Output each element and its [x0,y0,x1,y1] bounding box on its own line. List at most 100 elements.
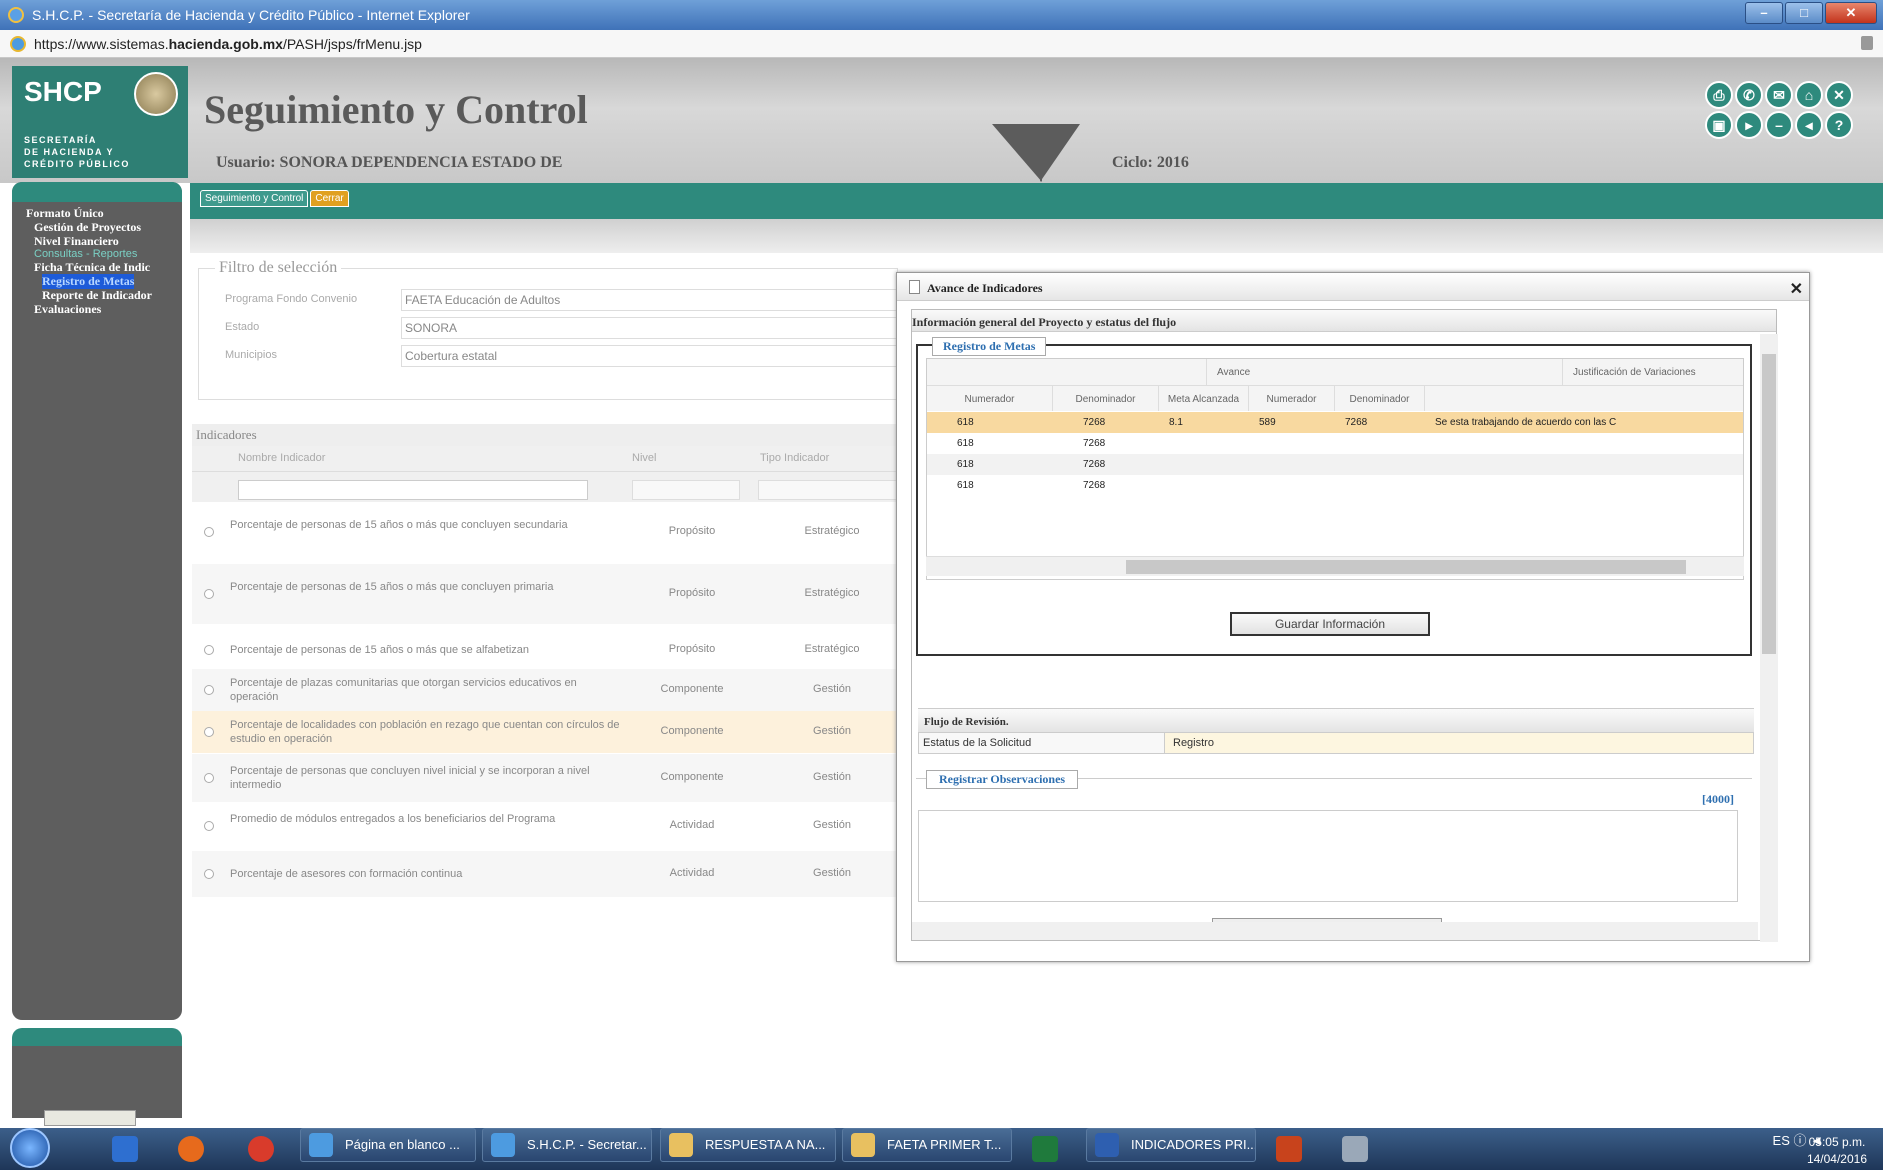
chrome-icon[interactable] [236,1132,286,1166]
taskbar-item-respuesta[interactable]: RESPUESTA A NA... [660,1128,836,1162]
taskbar-item-pagina[interactable]: Página en blanco ... [300,1128,476,1162]
table-row[interactable]: Porcentaje de personas que concluyen niv… [192,754,898,802]
lock-icon[interactable]: ▣ [1705,111,1733,139]
vertical-scrollbar[interactable] [1760,334,1778,942]
flujo-header: Flujo de Revisión. [918,708,1754,732]
col-tipo[interactable]: Tipo Indicador [760,452,829,464]
observaciones-textarea[interactable] [918,810,1738,902]
window-title: S.H.C.P. - Secretaría de Hacienda y Créd… [32,7,470,23]
calculator-icon[interactable] [1330,1132,1380,1166]
sidebar-lower-panel [12,1028,182,1118]
cell-den: 7268 [1083,459,1106,470]
nav-gestion-proyectos[interactable]: Gestión de Proyectos [34,220,141,235]
nav-evaluaciones[interactable]: Evaluaciones [34,302,101,317]
cell-den: 7268 [1083,438,1106,449]
modal-close-button[interactable]: ✕ [1790,279,1803,299]
close-window-button[interactable]: ✕ [1825,2,1877,24]
table-row[interactable]: Promedio de módulos entregados a los ben… [192,803,898,849]
row-radio[interactable] [204,685,214,695]
table-row[interactable]: Porcentaje de localidades con población … [192,711,898,753]
menu-bar [190,183,1883,219]
table-row[interactable]: Porcentaje de personas de 15 años o más … [192,564,898,624]
nav-nivel-financiero[interactable]: Nivel Financiero [34,234,119,249]
info-header: Información general del Proyecto y estat… [912,310,1776,332]
nombre-filter-input[interactable] [238,480,588,500]
programa-field[interactable]: FAETA Educación de Adultos [401,289,901,311]
address-bar[interactable]: https://www.sistemas.hacienda.gob.mx/PAS… [0,30,1883,58]
tipo-filter-select[interactable] [758,480,898,500]
forward-icon[interactable]: ▸ [1735,111,1763,139]
home-icon[interactable]: ⌂ [1795,81,1823,109]
table-row[interactable]: 618 7268 8.1 589 7268 Se esta trabajando de a… [927,412,1743,433]
row-radio[interactable] [204,727,214,737]
tab-seguimiento[interactable]: Seguimiento y Control [200,190,309,207]
minus-icon[interactable]: – [1765,111,1793,139]
horizontal-scrollbar[interactable] [44,1110,136,1126]
print-icon[interactable]: ⎙ [1705,81,1733,109]
taskbar-label: INDICADORES PRI... [1131,1137,1256,1152]
table-row[interactable]: Porcentaje de asesores con formación con… [192,851,898,897]
close-icon[interactable]: ✕ [1825,81,1853,109]
tab-cerrar[interactable]: Cerrar [310,190,349,207]
estado-field[interactable]: SONORA [401,317,901,339]
municipios-field[interactable]: Cobertura estatal [401,345,901,367]
media-player-icon[interactable] [100,1132,150,1166]
clock-time: 05:05 p.m. [1808,1135,1866,1149]
row-radio[interactable] [204,527,214,537]
modal-horizontal-scrollbar[interactable] [912,922,1758,940]
start-button[interactable] [10,1128,50,1168]
decor-shape [1040,124,1080,182]
word-icon [1095,1133,1119,1157]
col-nombre[interactable]: Nombre Indicador [238,452,325,464]
nav-ficha-tecnica[interactable]: Ficha Técnica de Indic [34,260,150,275]
language-indicator[interactable]: ES [1773,1133,1790,1148]
table-row[interactable]: 618 7268 [927,475,1743,496]
logo-line-1: SECRETARÍA [24,135,97,145]
table-horizontal-scrollbar[interactable] [926,556,1744,576]
indicator-name: Porcentaje de personas de 15 años o más … [230,644,530,656]
table-row[interactable]: 618 7268 [927,454,1743,475]
nav-reporte-indicador[interactable]: Reporte de Indicador [42,288,152,303]
row-radio[interactable] [204,821,214,831]
table-row[interactable]: Porcentaje de personas de 15 años o más … [192,502,898,562]
lock-icon [1861,36,1873,50]
phone-icon[interactable]: ✆ [1735,81,1763,109]
taskbar-item-indicadores[interactable]: INDICADORES PRI... [1086,1128,1256,1162]
indicator-name: Promedio de módulos entregados a los ben… [230,813,556,825]
nav-formato-unico[interactable]: Formato Único [26,206,104,221]
maximize-button[interactable]: □ [1785,2,1823,24]
powerpoint-icon[interactable] [1264,1132,1314,1166]
clock[interactable]: 05:05 p.m. 14/04/2016 [1807,1134,1867,1168]
cell-num: 618 [957,417,974,428]
table-row[interactable]: Porcentaje de plazas comunitarias que ot… [192,669,898,711]
firefox-icon[interactable] [166,1132,216,1166]
row-radio[interactable] [204,589,214,599]
row-radio[interactable] [204,645,214,655]
nivel-filter-select[interactable] [632,480,740,500]
folder-icon [669,1133,693,1157]
taskbar-item-shcp[interactable]: S.H.C.P. - Secretar... [482,1128,652,1162]
scroll-thumb[interactable] [1126,560,1686,574]
nav-registro-metas[interactable]: Registro de Metas [42,274,135,289]
estatus-label: Estatus de la Solicitud [919,733,1165,753]
cell-num: 618 [957,438,974,449]
back-icon[interactable]: ◂ [1795,111,1823,139]
table-row[interactable]: 618 7268 [927,433,1743,454]
scroll-thumb[interactable] [1762,354,1776,654]
row-radio[interactable] [204,869,214,879]
indicator-nivel: Componente [660,771,724,783]
minimize-button[interactable]: – [1745,2,1783,24]
mail-icon[interactable]: ✉ [1765,81,1793,109]
row-radio[interactable] [204,773,214,783]
metas-legend: Registro de Metas [932,337,1047,356]
indicator-nivel: Componente [660,725,724,737]
col-nivel[interactable]: Nivel [632,452,656,464]
excel-icon[interactable] [1020,1132,1070,1166]
filter-panel: Filtro de selección Programa Fondo Conve… [198,259,901,400]
help-icon[interactable]: ? [1825,111,1853,139]
taskbar-item-faeta[interactable]: FAETA PRIMER T... [842,1128,1012,1162]
nav-consultas-reportes[interactable]: Consultas - Reportes [34,248,137,260]
table-row[interactable]: Porcentaje de personas de 15 años o más … [192,630,898,670]
guardar-informacion-button[interactable]: Guardar Información [1230,612,1430,636]
cell-aden: 7268 [1345,417,1368,428]
